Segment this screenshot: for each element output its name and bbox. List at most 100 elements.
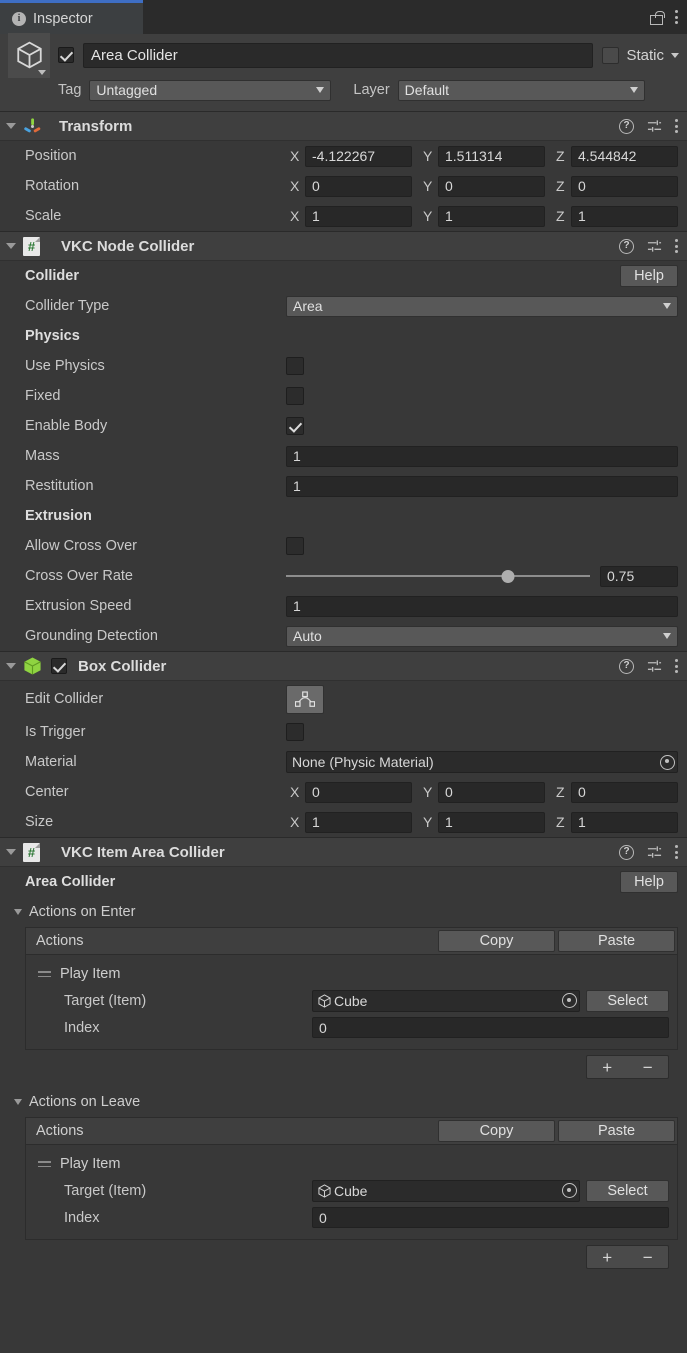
- help-icon[interactable]: ?: [619, 238, 634, 254]
- foldout-actions-on-leave[interactable]: Actions on Leave: [0, 1087, 687, 1117]
- restitution-input[interactable]: 1: [286, 475, 678, 497]
- center-x-value: 0: [312, 784, 320, 800]
- kebab-menu-icon[interactable]: [675, 119, 678, 133]
- prefab-icon-button[interactable]: [8, 32, 50, 78]
- extrusion-speed-value: 1: [293, 598, 301, 614]
- center-y-input[interactable]: 0: [438, 781, 545, 803]
- object-active-checkbox[interactable]: [58, 47, 74, 63]
- list-item-header[interactable]: Play Item: [26, 961, 669, 987]
- foldout-arrow-icon[interactable]: [6, 663, 16, 669]
- drag-handle-icon[interactable]: [38, 1161, 51, 1167]
- position-z-input[interactable]: 4.544842: [571, 145, 678, 167]
- scale-x-input[interactable]: 1: [305, 205, 412, 227]
- paste-button[interactable]: Paste: [558, 930, 675, 952]
- size-z-input[interactable]: 1: [571, 811, 678, 833]
- foldout-arrow-icon[interactable]: [6, 123, 16, 129]
- cross-over-rate-slider[interactable]: [286, 566, 590, 587]
- fixed-checkbox[interactable]: [286, 387, 304, 405]
- foldout-actions-on-enter[interactable]: Actions on Enter: [0, 897, 687, 927]
- add-element-button[interactable]: +: [587, 1249, 628, 1266]
- static-dropdown-chevron-down-icon[interactable]: [671, 52, 679, 58]
- component-header-box-collider[interactable]: Box Collider ?: [0, 651, 687, 681]
- list-item-header[interactable]: Play Item: [26, 1151, 669, 1177]
- static-checkbox[interactable]: [602, 46, 620, 64]
- slider-handle[interactable]: [501, 569, 515, 583]
- allow-cross-over-checkbox[interactable]: [286, 537, 304, 555]
- is-trigger-checkbox[interactable]: [286, 723, 304, 741]
- help-icon[interactable]: ?: [619, 844, 634, 860]
- position-x-input[interactable]: -4.122267: [305, 145, 412, 167]
- object-picker-icon[interactable]: [660, 754, 675, 770]
- row-grounding-detection: Grounding Detection Auto: [0, 621, 687, 651]
- help-button[interactable]: Help: [620, 265, 678, 287]
- chevron-down-icon: [663, 633, 671, 639]
- row-restitution: Restitution 1: [0, 471, 687, 501]
- object-picker-icon[interactable]: [562, 993, 577, 1008]
- cross-over-rate-value: 0.75: [607, 568, 635, 584]
- target-item-object-field[interactable]: Cube: [312, 1179, 580, 1202]
- remove-element-button[interactable]: −: [628, 1059, 669, 1076]
- help-button[interactable]: Help: [620, 871, 678, 893]
- enable-body-checkbox[interactable]: [286, 417, 304, 435]
- foldout-arrow-icon[interactable]: [14, 1099, 22, 1105]
- center-z-input[interactable]: 0: [571, 781, 678, 803]
- center-x-input[interactable]: 0: [305, 781, 412, 803]
- kebab-menu-icon[interactable]: [675, 845, 678, 859]
- rotation-x-input[interactable]: 0: [305, 175, 412, 197]
- preset-settings-icon[interactable]: [647, 845, 662, 860]
- transform-gizmo-icon: [24, 117, 41, 132]
- target-item-object-field[interactable]: Cube: [312, 989, 580, 1012]
- extrusion-speed-input[interactable]: 1: [286, 595, 678, 617]
- box-collider-body: Edit Collider Is Trigger Material None (…: [0, 681, 687, 837]
- grounding-detection-dropdown[interactable]: Auto: [286, 625, 678, 647]
- component-header-vkc-item-area-collider[interactable]: # VKC Item Area Collider ?: [0, 837, 687, 867]
- size-x-input[interactable]: 1: [305, 811, 412, 833]
- index-input[interactable]: 0: [312, 1017, 669, 1038]
- position-y-input[interactable]: 1.511314: [438, 145, 545, 167]
- lock-open-icon[interactable]: [650, 10, 665, 25]
- foldout-arrow-icon[interactable]: [6, 849, 16, 855]
- kebab-menu-icon[interactable]: [675, 659, 678, 673]
- help-icon[interactable]: ?: [619, 658, 634, 674]
- object-picker-icon[interactable]: [562, 1183, 577, 1198]
- select-button[interactable]: Select: [586, 989, 669, 1012]
- mass-input[interactable]: 1: [286, 445, 678, 467]
- drag-handle-icon[interactable]: [38, 971, 51, 977]
- collider-type-dropdown[interactable]: Area: [286, 295, 678, 317]
- kebab-menu-icon[interactable]: [675, 239, 678, 253]
- copy-button[interactable]: Copy: [438, 930, 555, 952]
- component-header-vkc-node-collider[interactable]: # VKC Node Collider ?: [0, 231, 687, 261]
- use-physics-checkbox[interactable]: [286, 357, 304, 375]
- layer-value: Default: [404, 82, 450, 98]
- tag-dropdown[interactable]: Untagged: [89, 79, 332, 101]
- object-name-input[interactable]: Area Collider: [83, 42, 594, 68]
- scale-z-input[interactable]: 1: [571, 205, 678, 227]
- layer-dropdown[interactable]: Default: [397, 79, 645, 101]
- index-input[interactable]: 0: [312, 1207, 669, 1228]
- scale-y-input[interactable]: 1: [438, 205, 545, 227]
- box-collider-enabled-checkbox[interactable]: [51, 658, 67, 674]
- component-header-transform[interactable]: Transform ?: [0, 111, 687, 141]
- foldout-arrow-icon[interactable]: [14, 909, 22, 915]
- size-y-input[interactable]: 1: [438, 811, 545, 833]
- material-object-field[interactable]: None (Physic Material): [286, 751, 678, 773]
- kebab-menu-icon[interactable]: [675, 10, 678, 24]
- chevron-down-icon: [38, 69, 46, 75]
- cross-over-rate-input[interactable]: 0.75: [600, 565, 678, 587]
- label-allow-cross-over: Allow Cross Over: [25, 538, 137, 554]
- preset-settings-icon[interactable]: [647, 119, 662, 134]
- preset-settings-icon[interactable]: [647, 239, 662, 254]
- label-material: Material: [25, 754, 77, 770]
- copy-button[interactable]: Copy: [438, 1120, 555, 1142]
- paste-button[interactable]: Paste: [558, 1120, 675, 1142]
- preset-settings-icon[interactable]: [647, 659, 662, 674]
- select-button[interactable]: Select: [586, 1179, 669, 1202]
- rotation-y-input[interactable]: 0: [438, 175, 545, 197]
- rotation-z-input[interactable]: 0: [571, 175, 678, 197]
- remove-element-button[interactable]: −: [628, 1249, 669, 1266]
- help-icon[interactable]: ?: [619, 118, 634, 134]
- foldout-arrow-icon[interactable]: [6, 243, 16, 249]
- tab-inspector[interactable]: i Inspector: [0, 0, 143, 34]
- add-element-button[interactable]: +: [587, 1059, 628, 1076]
- edit-collider-button[interactable]: [286, 684, 324, 714]
